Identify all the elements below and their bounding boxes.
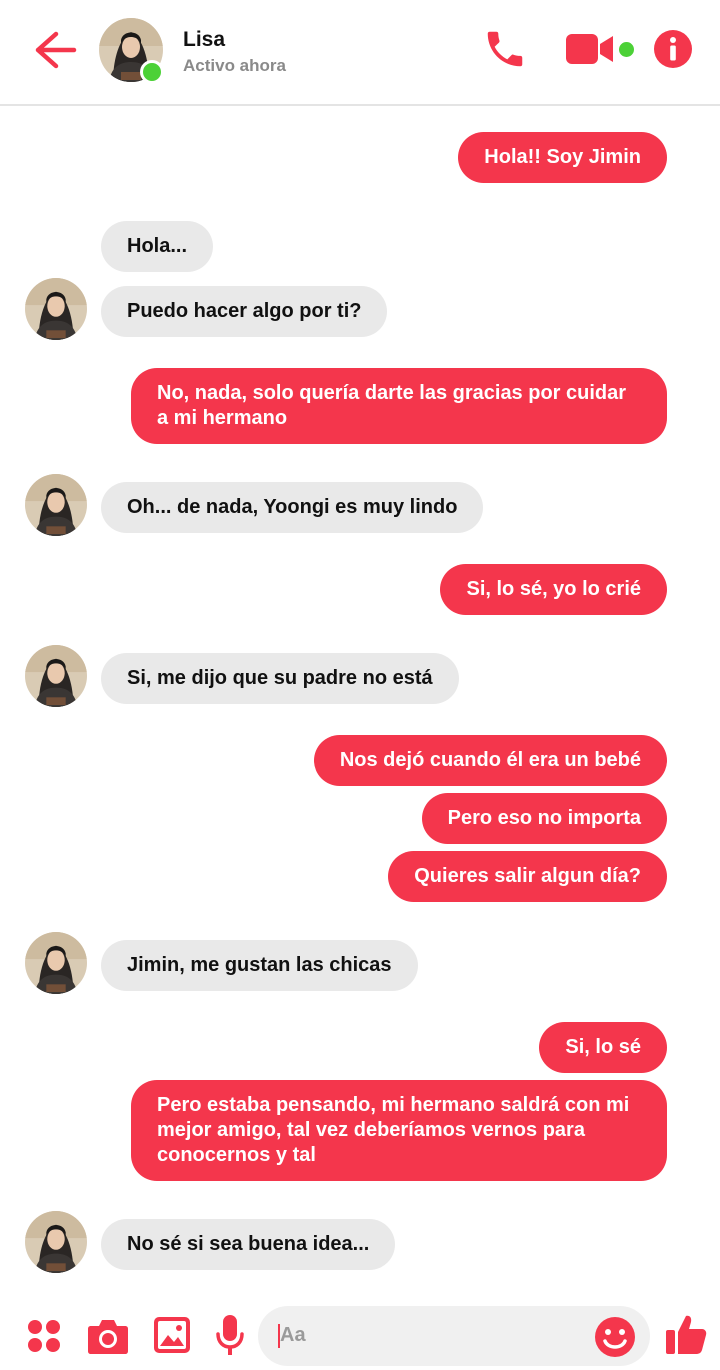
message-received[interactable]: No sé si sea buena idea...: [101, 1219, 396, 1270]
microphone-icon[interactable]: [215, 1314, 245, 1356]
message-sent[interactable]: Si, lo sé, yo lo crié: [440, 564, 667, 615]
message-sent[interactable]: Pero estaba pensando, mi hermano saldrá …: [131, 1080, 667, 1181]
contact-avatar-small: [25, 1211, 87, 1273]
message-sent[interactable]: No, nada, solo quería darte las gracias …: [131, 368, 667, 444]
message-input[interactable]: Aa: [258, 1306, 650, 1366]
message-sent[interactable]: Quieres salir algun día?: [388, 851, 667, 902]
contact-name[interactable]: Lisa: [183, 28, 225, 52]
composer-bar: Aa: [0, 1300, 720, 1370]
back-arrow-icon[interactable]: [30, 28, 80, 72]
video-online-indicator: [619, 42, 634, 57]
message-sent[interactable]: Si, lo sé: [539, 1022, 667, 1073]
message-sent[interactable]: Pero eso no importa: [421, 793, 667, 844]
video-camera-icon[interactable]: [565, 32, 615, 66]
message-sent[interactable]: Nos dejó cuando él era un bebé: [313, 735, 667, 786]
contact-avatar-small: [25, 645, 87, 707]
message-input-placeholder: Aa: [280, 1324, 306, 1346]
contact-status: Activo ahora: [183, 56, 286, 75]
thumbs-up-icon[interactable]: [664, 1312, 708, 1356]
message-received[interactable]: Puedo hacer algo por ti?: [101, 286, 388, 337]
phone-icon[interactable]: [482, 26, 528, 72]
apps-grid-icon[interactable]: [26, 1318, 62, 1354]
online-indicator: [140, 60, 164, 84]
message-received[interactable]: Jimin, me gustan las chicas: [101, 940, 418, 991]
contact-avatar-small: [25, 278, 87, 340]
contact-avatar-small: [25, 932, 87, 994]
message-sent[interactable]: Hola!! Soy Jimin: [458, 132, 667, 183]
info-icon[interactable]: [653, 29, 693, 69]
message-received[interactable]: Oh... de nada, Yoongi es muy lindo: [101, 482, 484, 533]
contact-avatar-small: [25, 474, 87, 536]
emoji-icon[interactable]: [594, 1316, 636, 1358]
message-received[interactable]: Hola...: [101, 221, 214, 272]
image-icon[interactable]: [153, 1316, 191, 1354]
chat-header: Lisa Activo ahora: [0, 0, 720, 106]
message-received[interactable]: Si, me dijo que su padre no está: [101, 653, 459, 704]
camera-icon[interactable]: [87, 1317, 129, 1355]
